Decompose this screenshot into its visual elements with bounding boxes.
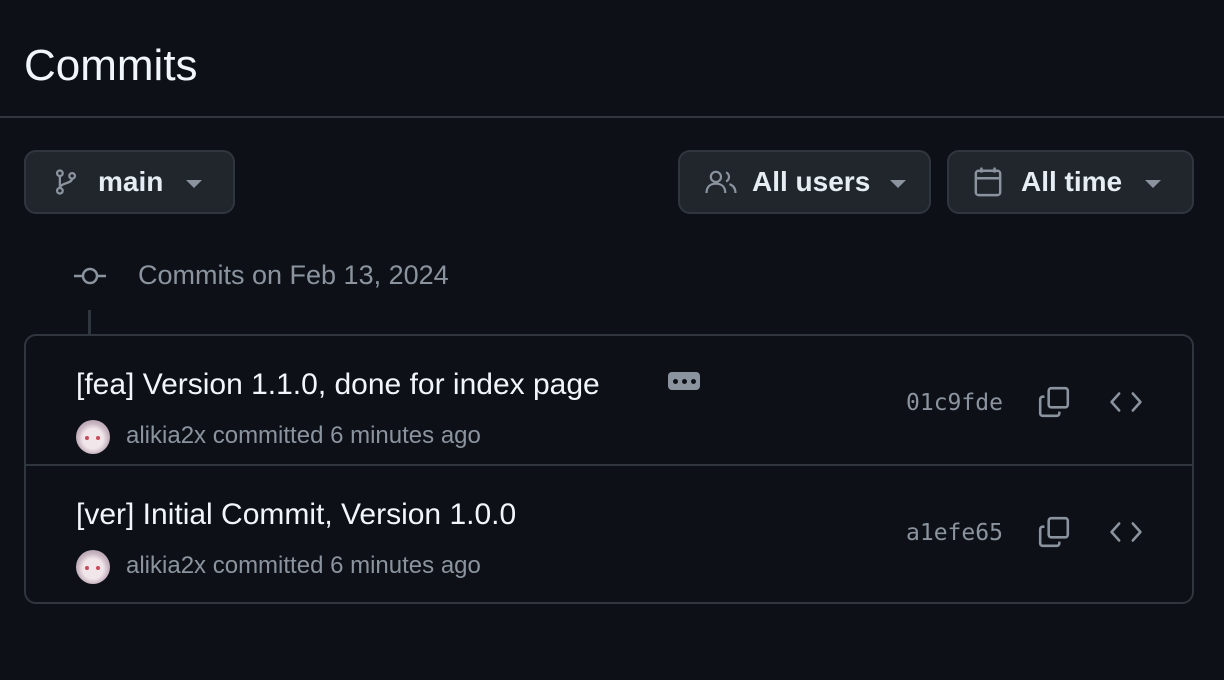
copy-sha-button[interactable] xyxy=(1036,516,1072,552)
author-link[interactable]: alikia2x xyxy=(126,552,206,579)
commit-sha-link[interactable]: 01c9fde xyxy=(906,390,1003,416)
browse-repo-button[interactable] xyxy=(1108,516,1144,552)
commit-row: [fea] Version 1.1.0, done for index page… xyxy=(26,336,1192,466)
commit-title-link[interactable]: [ver] Initial Commit, Version 1.0.0 xyxy=(76,498,516,532)
expand-message-button[interactable] xyxy=(668,372,700,390)
people-icon xyxy=(704,168,738,196)
commit-list: [fea] Version 1.1.0, done for index page… xyxy=(24,334,1194,604)
avatar[interactable] xyxy=(76,420,110,454)
commit-date-heading: Commits on Feb 13, 2024 xyxy=(138,260,449,290)
author-link[interactable]: alikia2x xyxy=(126,422,206,449)
commit-time: 6 minutes ago xyxy=(330,422,481,449)
commit-action: committed xyxy=(212,552,324,579)
avatar[interactable] xyxy=(76,550,110,584)
commit-meta: alikia2x committed 6 minutes ago xyxy=(126,552,481,580)
users-filter-button[interactable]: All users xyxy=(678,150,931,214)
commit-sha-link[interactable]: a1efe65 xyxy=(906,520,1003,546)
page-title: Commits xyxy=(24,41,198,90)
commit-row: [ver] Initial Commit, Version 1.0.0 alik… xyxy=(26,468,1192,598)
code-icon xyxy=(1109,389,1143,420)
time-filter-label: All time xyxy=(1021,166,1123,197)
page-header: Commits xyxy=(0,0,1224,118)
browse-repo-button[interactable] xyxy=(1108,386,1144,422)
git-branch-icon xyxy=(52,166,80,198)
code-icon xyxy=(1109,519,1143,550)
time-filter-button[interactable]: All time xyxy=(947,150,1194,214)
branch-label: main xyxy=(98,166,164,197)
commit-title-link[interactable]: [fea] Version 1.1.0, done for index page xyxy=(76,368,600,402)
copy-sha-button[interactable] xyxy=(1036,386,1072,422)
copy-icon xyxy=(1037,385,1071,424)
calendar-icon xyxy=(973,166,1003,198)
commit-action: committed xyxy=(212,422,324,449)
timeline-connector xyxy=(88,310,91,336)
copy-icon xyxy=(1037,515,1071,554)
branch-select-button[interactable]: main xyxy=(24,150,235,214)
commit-time: 6 minutes ago xyxy=(330,552,481,579)
users-filter-label: All users xyxy=(752,166,871,197)
commit-meta: alikia2x committed 6 minutes ago xyxy=(126,422,481,450)
git-commit-icon xyxy=(74,262,106,290)
chevron-down-icon xyxy=(1145,180,1161,188)
chevron-down-icon xyxy=(890,180,906,188)
chevron-down-icon xyxy=(186,180,202,188)
